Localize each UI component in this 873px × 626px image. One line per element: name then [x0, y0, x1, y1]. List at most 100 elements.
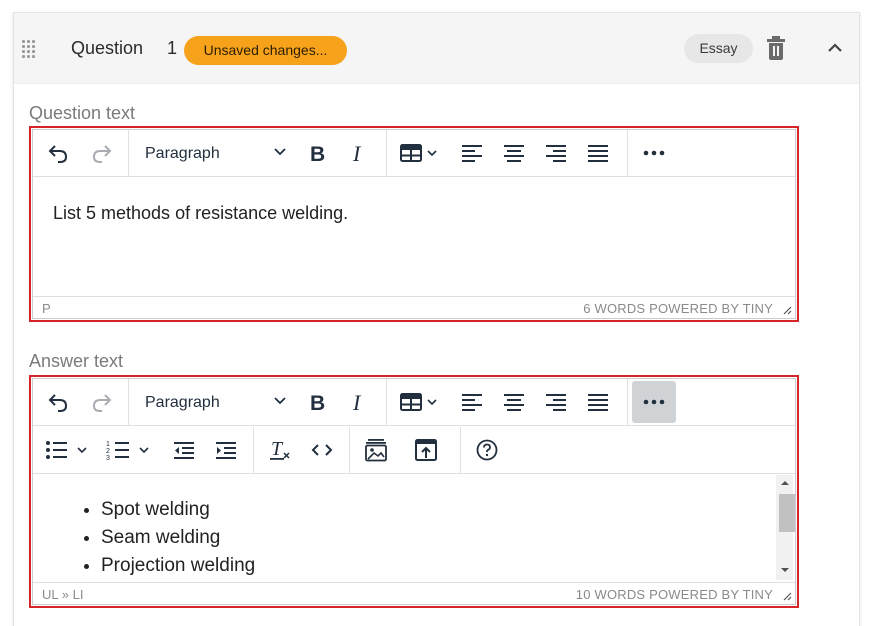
align-center-icon — [504, 145, 524, 162]
resize-grip-icon[interactable] — [782, 305, 792, 315]
answer-content-area[interactable]: Spot welding Seam welding Projection wel… — [33, 475, 795, 580]
chevron-down-icon — [274, 397, 286, 405]
svg-text:B: B — [310, 392, 325, 413]
question-statusbar: P 6 WORDS POWERED BY TINY — [33, 296, 795, 318]
svg-text:I: I — [352, 142, 362, 164]
table-button[interactable] — [397, 136, 443, 170]
question-card: Question 1 Unsaved changes... Essay Ques… — [13, 12, 860, 626]
answer-list: Spot welding Seam welding Projection wel… — [101, 496, 255, 580]
question-toolbar: Paragraph B I — [33, 130, 795, 177]
list-item: Seam welding — [101, 524, 255, 552]
question-text-label: Question text — [29, 103, 136, 123]
source-code-button[interactable] — [305, 433, 339, 467]
italic-icon: I — [352, 142, 362, 164]
outdent-button[interactable] — [167, 433, 201, 467]
align-center-icon — [504, 394, 524, 411]
align-center-button[interactable] — [497, 385, 531, 419]
undo-button[interactable] — [41, 136, 75, 170]
bullet-list-icon — [46, 441, 87, 459]
block-format-value: Paragraph — [145, 145, 220, 162]
align-left-icon — [462, 394, 482, 411]
question-number: 1 — [167, 38, 178, 58]
collapse-button[interactable] — [824, 37, 846, 59]
vertical-scrollbar[interactable] — [776, 475, 795, 580]
redo-icon — [92, 145, 112, 163]
more-icon — [643, 150, 665, 156]
align-right-button[interactable] — [539, 385, 573, 419]
help-icon — [476, 439, 498, 461]
align-left-button[interactable] — [455, 385, 489, 419]
align-right-icon — [546, 145, 566, 162]
italic-button[interactable]: I — [342, 385, 376, 419]
word-count: 6 WORDS POWERED BY TINY — [583, 301, 773, 316]
scroll-up-arrow-icon[interactable] — [780, 479, 790, 487]
redo-icon — [92, 394, 112, 412]
bold-button[interactable]: B — [300, 136, 334, 170]
align-justify-button[interactable] — [581, 385, 615, 419]
unsaved-badge: Unsaved changes... — [184, 36, 347, 65]
question-type-chip: Essay — [684, 34, 753, 63]
list-item: Projection welding — [101, 552, 255, 580]
table-icon — [400, 393, 437, 411]
indent-button[interactable] — [209, 433, 243, 467]
resize-grip-icon[interactable] — [782, 591, 792, 601]
redo-button[interactable] — [85, 385, 119, 419]
scroll-thumb[interactable] — [779, 494, 795, 532]
element-path[interactable]: P — [42, 301, 51, 316]
undo-icon — [48, 394, 68, 412]
question-content-area[interactable]: List 5 methods of resistance welding. — [33, 178, 795, 295]
word-count: 10 WORDS POWERED BY TINY — [575, 587, 773, 602]
align-left-icon — [462, 145, 482, 162]
block-format-select[interactable]: Paragraph — [137, 136, 287, 170]
more-button[interactable] — [637, 136, 671, 170]
indent-icon — [216, 442, 236, 459]
align-right-button[interactable] — [539, 136, 573, 170]
align-left-button[interactable] — [455, 136, 489, 170]
align-justify-icon — [588, 145, 608, 162]
svg-text:2: 2 — [106, 448, 110, 455]
align-justify-button[interactable] — [581, 136, 615, 170]
svg-text:T: T — [271, 438, 284, 460]
undo-icon — [48, 145, 68, 163]
italic-icon: I — [352, 391, 362, 413]
answer-text-label: Answer text — [29, 351, 124, 371]
clear-formatting-button[interactable]: T — [263, 433, 297, 467]
more-button[interactable] — [632, 381, 676, 423]
table-icon — [400, 144, 437, 162]
question-editor: Paragraph B I List 5 methods of resistan… — [29, 126, 799, 322]
help-button[interactable] — [470, 433, 504, 467]
question-header: Question 1 Unsaved changes... Essay — [14, 13, 859, 84]
answer-editor: Paragraph B I 1 2 3 T • Spot welding • S… — [29, 375, 799, 608]
undo-button[interactable] — [41, 385, 75, 419]
bold-icon: B — [310, 392, 325, 413]
element-path[interactable]: UL » LI — [42, 587, 83, 602]
outdent-icon — [174, 442, 194, 459]
drag-icon[interactable] — [22, 40, 36, 58]
italic-button[interactable]: I — [342, 136, 376, 170]
numbered-list-button[interactable]: 123 — [105, 433, 157, 467]
code-icon — [311, 444, 333, 456]
svg-text:B: B — [310, 143, 325, 164]
bold-button[interactable]: B — [300, 385, 334, 419]
block-format-value: Paragraph — [145, 394, 220, 411]
answer-toolbar-primary: Paragraph B I — [33, 379, 795, 426]
align-right-icon — [546, 394, 566, 411]
insert-image-button[interactable] — [359, 433, 393, 467]
redo-button[interactable] — [85, 136, 119, 170]
numbered-list-icon: 123 — [106, 441, 149, 461]
table-button[interactable] — [397, 385, 443, 419]
upload-button[interactable] — [409, 433, 443, 467]
bold-icon: B — [310, 143, 325, 164]
bullet-list-button[interactable] — [43, 433, 95, 467]
chevron-down-icon — [274, 148, 286, 156]
answer-toolbar-secondary: 123 T — [33, 427, 795, 474]
answer-statusbar: UL » LI 10 WORDS POWERED BY TINY — [33, 582, 795, 604]
chevron-up-icon — [828, 43, 842, 52]
block-format-select[interactable]: Paragraph — [137, 385, 287, 419]
scroll-down-arrow-icon[interactable] — [780, 566, 790, 574]
svg-text:1: 1 — [106, 441, 110, 448]
more-icon — [643, 399, 665, 405]
clear-format-icon: T — [270, 438, 290, 460]
align-center-button[interactable] — [497, 136, 531, 170]
delete-button[interactable] — [764, 35, 788, 61]
